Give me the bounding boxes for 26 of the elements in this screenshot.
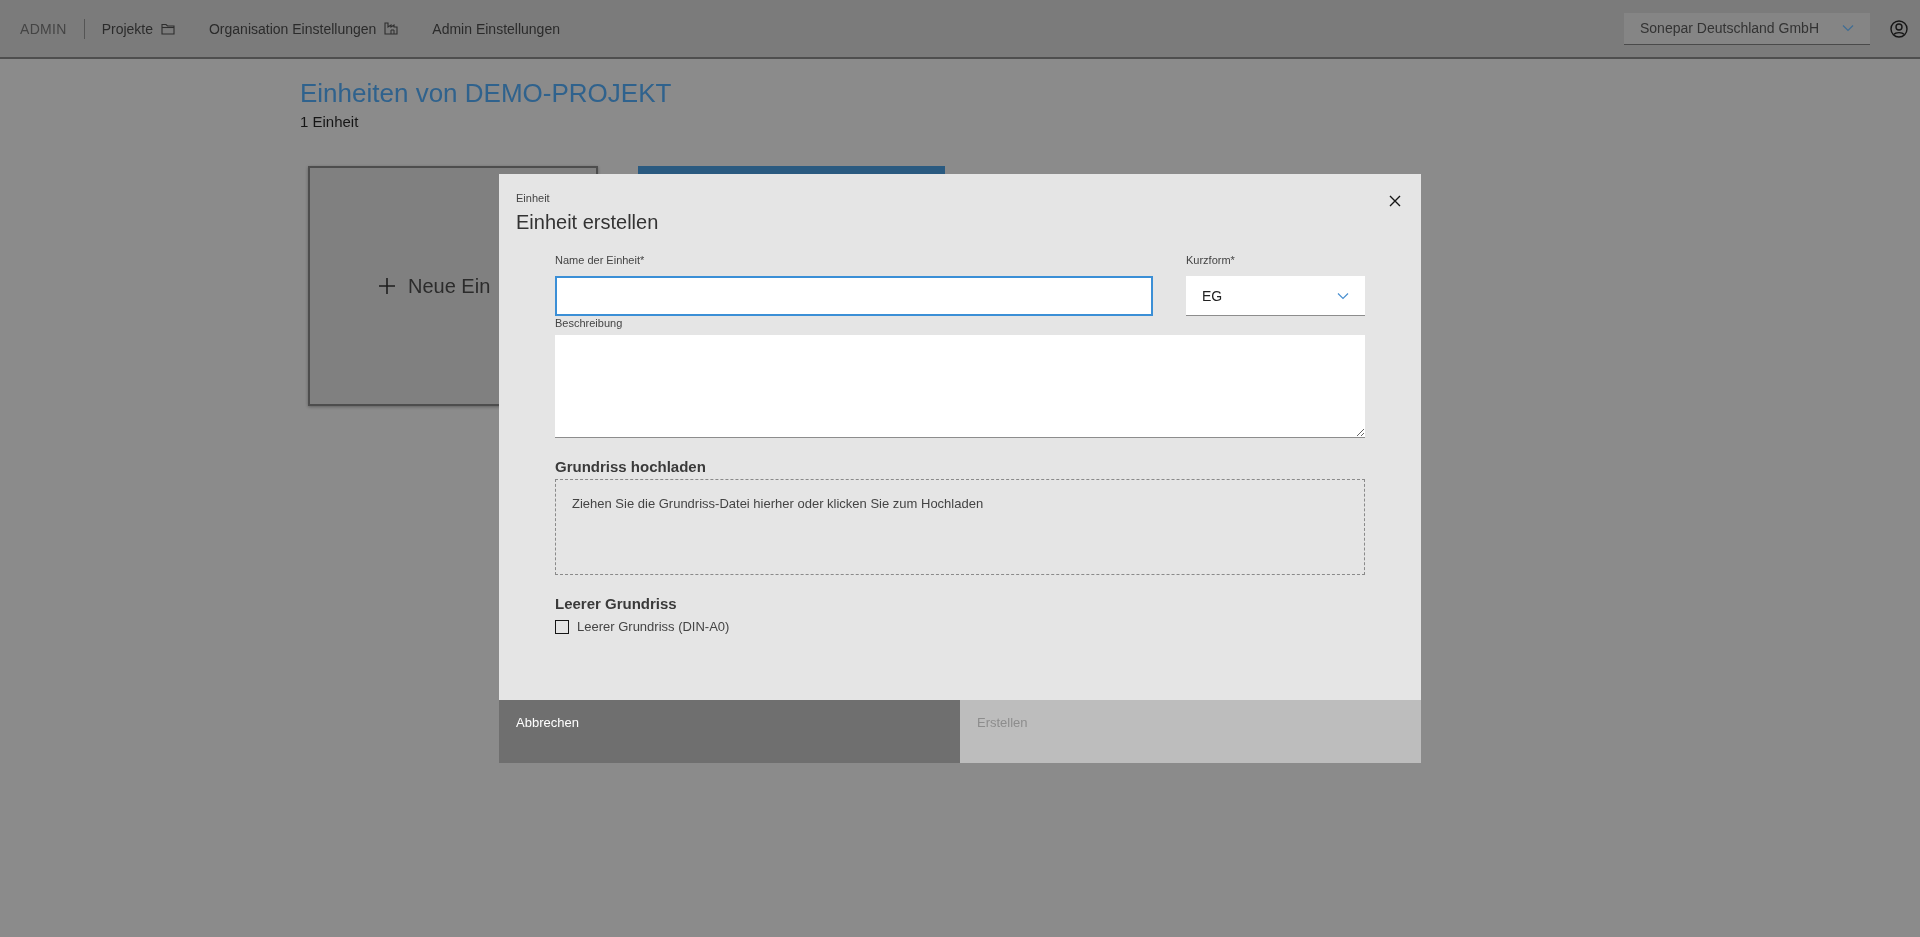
dialog-label: Einheit [516,192,551,204]
close-icon [1389,195,1401,207]
unit-count: 1 Einheit [300,113,360,130]
field-label: Kurzform* [1186,254,1235,266]
checkbox-label: Leerer Grundriss (DIN-A0) [577,619,730,634]
folder-icon [161,22,175,35]
checkbox[interactable] [555,619,569,634]
section-heading: Grundriss hochladen [555,458,706,475]
organization-dropdown[interactable]: Sonepar Deutschland GmbH [1624,12,1870,45]
nav-link[interactable]: Organisation Einstellungen [209,20,399,37]
user-avatar-icon[interactable] [1890,19,1908,38]
close-button[interactable] [1387,193,1403,209]
description-field[interactable] [555,335,1365,438]
nav-link[interactable]: Admin Einstellungen [432,20,560,37]
section-heading: Leerer Grundriss [555,595,677,612]
page-title: Einheiten von DEMO-PROJEKT [300,77,673,109]
nav-link[interactable]: Projekte [101,20,175,37]
brand-label: ADMIN [20,20,67,37]
chevron-down-icon [1337,291,1349,300]
chevron-down-icon [1842,24,1854,32]
name-input-field[interactable] [555,276,1153,316]
cancel-button[interactable]: Abbrechen [499,700,960,763]
building-icon [384,22,399,35]
file-drop-zone[interactable]: Ziehen Sie die Grundriss-Datei hierher oder klicken Sie zum Hochladen [555,479,1365,575]
plus-icon [378,277,396,295]
short-form-dropdown[interactable]: EG [1186,276,1365,316]
